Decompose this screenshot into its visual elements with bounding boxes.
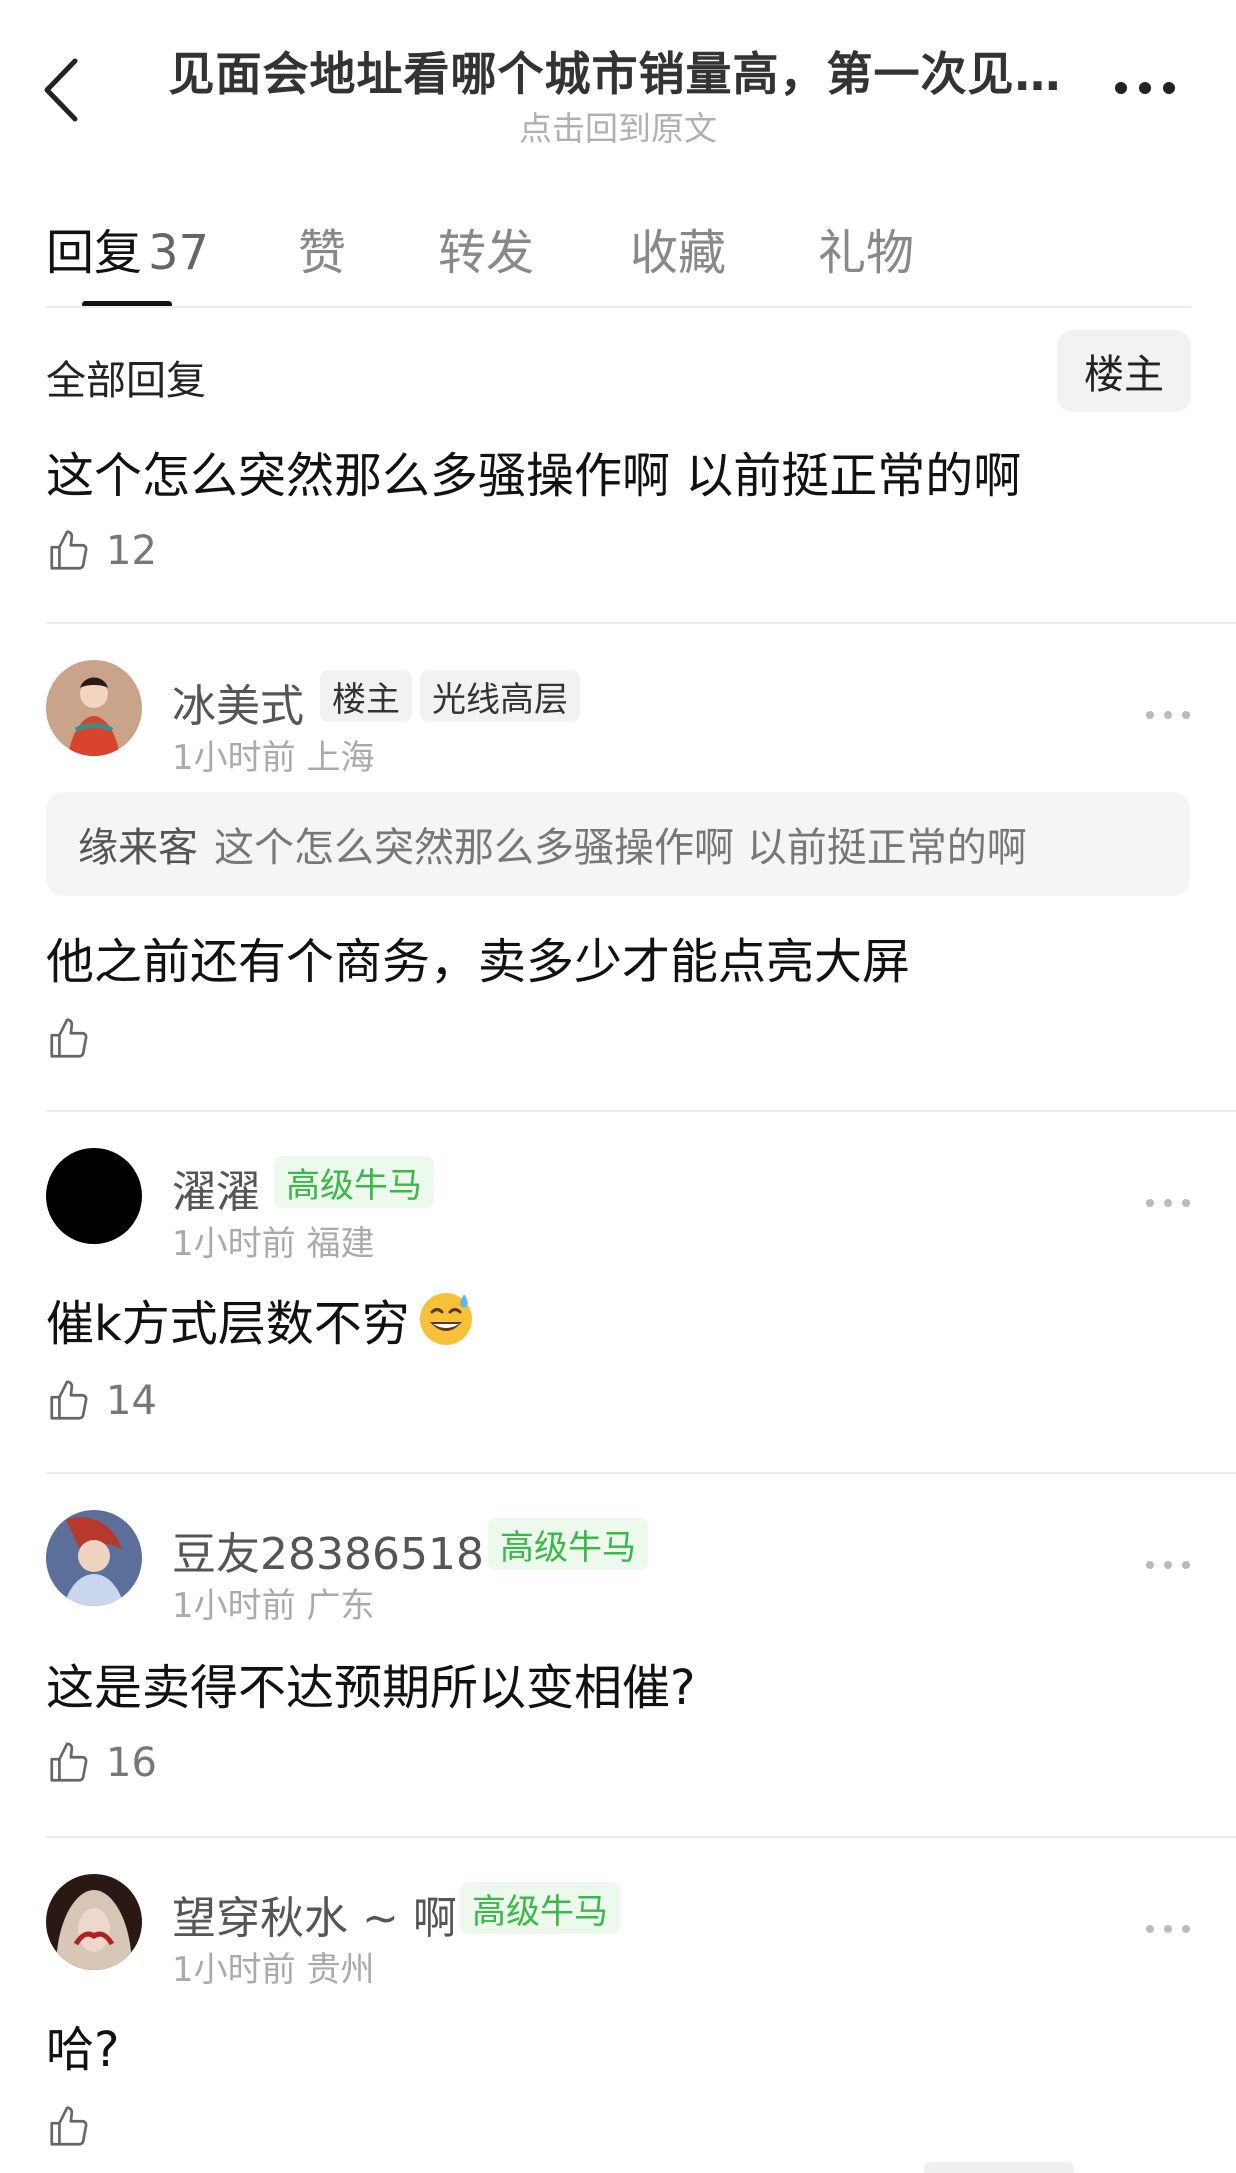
reply-meta: 1小时前 福建 <box>172 1216 374 1265</box>
reply-location: 广东 <box>306 1586 375 1626</box>
avatar-illustration-icon <box>46 660 142 756</box>
reply-location: 福建 <box>306 1224 375 1264</box>
divider <box>46 1836 1236 1838</box>
reply-text: 他之前还有个商务，卖多少才能点亮大屏 <box>46 934 911 990</box>
reply-more-button[interactable] <box>1138 1545 1198 1585</box>
back-to-post-link[interactable]: 点击回到原文 <box>0 102 1236 150</box>
more-dots-icon <box>1115 82 1175 94</box>
tab-likes[interactable]: 赞 <box>298 213 346 283</box>
reply-username[interactable]: 冰美式 <box>172 670 304 734</box>
like-button[interactable]: 14 <box>46 1378 157 1424</box>
tab-bar: 回复 37 赞 转发 收藏 礼物 <box>46 205 1191 315</box>
reply-text: 哈? <box>46 2022 120 2078</box>
thumbs-up-icon <box>50 1380 88 1420</box>
avatar[interactable] <box>46 1148 142 1244</box>
tabs-divider <box>46 306 1191 308</box>
like-count: 14 <box>106 1378 157 1424</box>
level-badge: 光线高层 <box>420 670 580 722</box>
divider <box>46 1472 1236 1474</box>
like-button[interactable]: 16 <box>46 1740 157 1786</box>
quoted-text: 这个怎么突然那么多骚操作啊 以前挺正常的啊 <box>214 825 1027 871</box>
like-count: 16 <box>106 1740 157 1786</box>
reply-username[interactable]: 望穿秋水 ~ 啊 <box>172 1882 457 1946</box>
page-title: 见面会地址看哪个城市销量高，第一次见… <box>168 47 1062 101</box>
reply-more-button[interactable] <box>1138 1909 1198 1949</box>
reply-meta: 1小时前 广东 <box>172 1578 374 1627</box>
thumbs-up-icon <box>50 1018 88 1058</box>
all-replies-label: 全部回复 <box>46 358 206 404</box>
more-options-button[interactable] <box>1105 60 1185 116</box>
reply-time: 1小时前 <box>172 1224 296 1264</box>
tab-gifts[interactable]: 礼物 <box>818 213 914 283</box>
reply-text: 这是卖得不达预期所以变相催? <box>46 1660 696 1716</box>
filter-row: 全部回复 楼主 <box>46 330 1191 414</box>
tab-reposts[interactable]: 转发 <box>438 213 534 283</box>
like-count: 12 <box>106 528 157 574</box>
reply-time: 1小时前 <box>172 738 296 778</box>
more-dots-icon <box>1146 1199 1190 1207</box>
owner-badge: 楼主 <box>320 670 412 722</box>
thumbs-up-icon <box>50 2106 88 2146</box>
reply-text-row: 催k方式层数不穷 <box>46 1284 476 1360</box>
reply-meta: 1小时前 上海 <box>172 730 374 779</box>
bottom-handle <box>924 2162 1074 2173</box>
divider <box>46 1110 1236 1112</box>
reply-time: 1小时前 <box>172 1950 296 1990</box>
avatar-illustration-icon <box>46 1874 142 1970</box>
avatar[interactable] <box>46 1510 142 1606</box>
reply-location: 上海 <box>306 738 375 778</box>
thumbs-up-icon <box>50 530 88 570</box>
like-button[interactable] <box>46 2104 106 2150</box>
reply-time: 1小时前 <box>172 1586 296 1626</box>
reply-location: 贵州 <box>306 1950 375 1990</box>
sweat-smile-emoji-icon <box>416 1288 476 1360</box>
divider <box>46 622 1236 624</box>
avatar[interactable] <box>46 1874 142 1970</box>
quoted-username: 缘来客 <box>78 825 198 871</box>
more-dots-icon <box>1146 1925 1190 1933</box>
thumbs-up-icon <box>50 1742 88 1782</box>
reply-username[interactable]: 豆友28386518 <box>172 1518 484 1582</box>
reply-text: 催k方式层数不穷 <box>46 1296 410 1352</box>
more-dots-icon <box>1146 1561 1190 1569</box>
tab-replies-label: 回复 <box>46 225 143 281</box>
more-dots-icon <box>1146 711 1190 719</box>
top-bar: 见面会地址看哪个城市销量高，第一次见… 点击回到原文 <box>0 0 1236 150</box>
reply-more-button[interactable] <box>1138 1183 1198 1223</box>
avatar[interactable] <box>46 660 142 756</box>
tab-favorites[interactable]: 收藏 <box>630 213 726 283</box>
like-button[interactable]: 12 <box>46 528 157 574</box>
reply-meta: 1小时前 贵州 <box>172 1942 374 1991</box>
owner-only-button[interactable]: 楼主 <box>1057 330 1191 412</box>
original-comment-text: 这个怎么突然那么多骚操作啊 以前挺正常的啊 <box>46 448 1022 504</box>
reply-username[interactable]: 濯濯 <box>172 1156 260 1220</box>
reply-more-button[interactable] <box>1138 695 1198 735</box>
tab-replies-count: 37 <box>148 225 210 281</box>
level-badge: 高级牛马 <box>460 1882 620 1934</box>
level-badge: 高级牛马 <box>274 1156 434 1208</box>
avatar-illustration-icon <box>46 1510 142 1606</box>
quoted-comment[interactable]: 缘来客 这个怎么突然那么多骚操作啊 以前挺正常的啊 <box>46 792 1190 896</box>
tab-replies[interactable]: 回复 37 <box>46 213 209 283</box>
level-badge: 高级牛马 <box>488 1518 648 1570</box>
like-button[interactable] <box>46 1016 106 1062</box>
